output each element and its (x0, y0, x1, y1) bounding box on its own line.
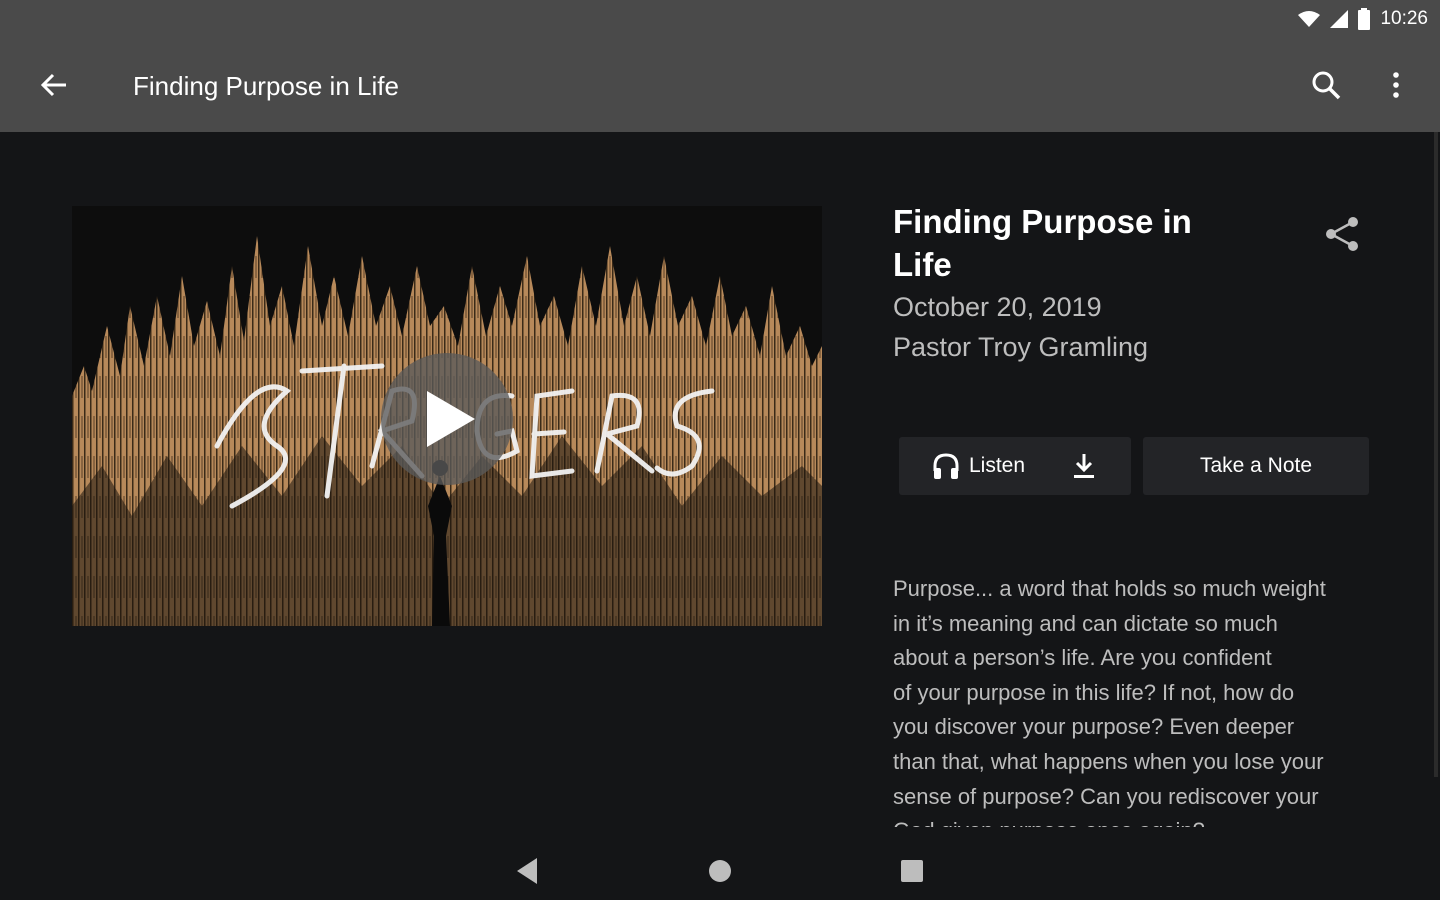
nav-back-icon[interactable] (511, 854, 545, 888)
share-button[interactable] (1321, 212, 1365, 256)
take-note-label: Take a Note (1199, 454, 1313, 477)
wifi-icon (1298, 11, 1321, 27)
status-time: 10:26 (1380, 8, 1428, 29)
take-note-button[interactable]: Take a Note (1143, 437, 1369, 495)
sermon-speaker: Pastor Troy Gramling (893, 332, 1149, 362)
system-nav-bar (0, 840, 1440, 900)
sermon-title: Finding Purpose in Life (893, 203, 1192, 283)
sermon-date: October 20, 2019 (893, 292, 1102, 322)
battery-icon (1358, 8, 1371, 30)
app-bar-title: Finding Purpose in Life (133, 71, 399, 101)
scrollbar[interactable] (1434, 132, 1438, 777)
cell-signal-icon (1330, 10, 1349, 28)
nav-home-icon[interactable] (703, 854, 737, 888)
headphones-icon (933, 453, 959, 479)
sermon-description: Purpose... a word that holds so much wei… (893, 576, 1326, 827)
back-button[interactable] (36, 67, 72, 103)
sermon-detail: Finding Purpose in Life October 20, 2019… (0, 132, 1440, 840)
play-button[interactable] (381, 353, 513, 485)
more-options-button[interactable] (1378, 67, 1414, 103)
nav-recents-icon[interactable] (895, 854, 929, 888)
more-vertical-icon (1393, 72, 1399, 98)
download-icon[interactable] (1069, 451, 1099, 481)
arrow-left-icon (40, 73, 66, 97)
sermon-artwork[interactable] (72, 206, 822, 626)
search-button[interactable] (1308, 67, 1344, 103)
app-bar: Finding Purpose in Life (0, 38, 1440, 132)
play-icon (427, 391, 475, 447)
search-icon (1312, 71, 1341, 100)
share-icon (1326, 217, 1358, 251)
listen-button[interactable]: Listen (899, 437, 1131, 495)
status-bar: 10:26 (0, 0, 1440, 38)
listen-label: Listen (968, 454, 1026, 477)
